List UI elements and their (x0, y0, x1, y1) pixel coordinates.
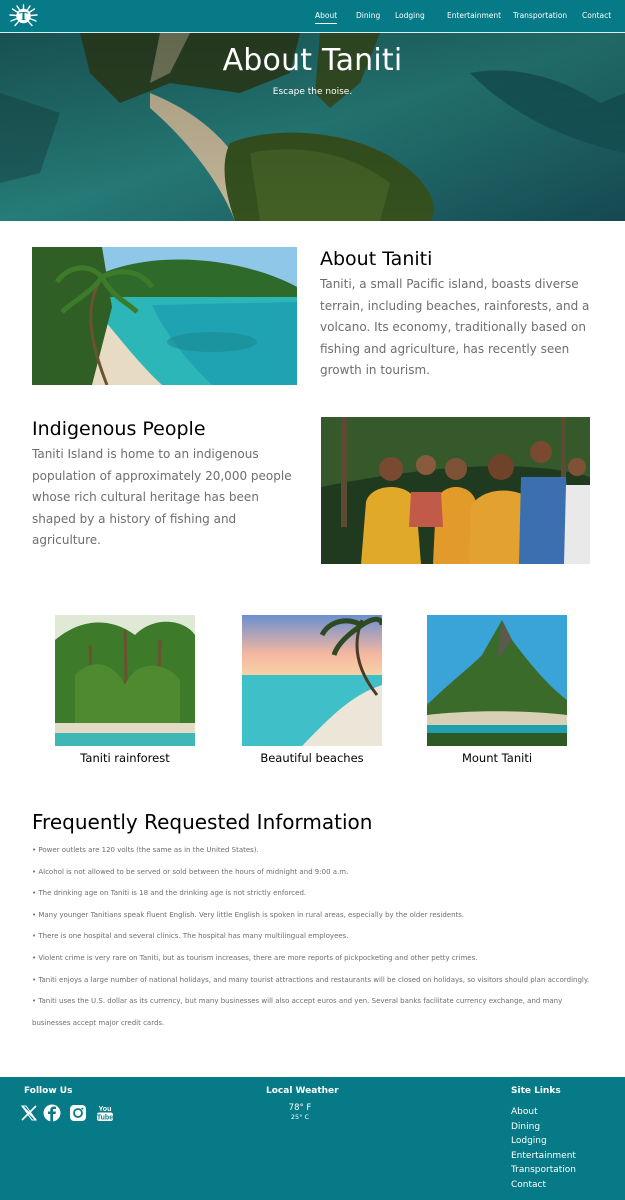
people-text: Taniti Island is home to an indigenous p… (32, 447, 292, 547)
weather-heading: Local Weather (266, 1086, 339, 1096)
faq-item: • Power outlets are 120 volts (the same … (32, 846, 259, 854)
faq-item: • There is one hospital and several clin… (32, 932, 349, 941)
faq-item: • Alcohol is not allowed to be served or… (32, 867, 349, 876)
nav-lodging[interactable]: Lodging (395, 11, 425, 20)
temp-fahrenheit: 78° F (288, 1103, 312, 1113)
nav-transportation[interactable]: Transportation (513, 11, 567, 20)
taniti-logo[interactable]: T (9, 4, 38, 28)
hero-banner: About Taniti Escape the noise. (0, 33, 625, 221)
faq-item: • Many younger Tanitians speak fluent En… (32, 910, 465, 919)
footer-link-entertainment[interactable]: Entertainment (511, 1149, 576, 1164)
caption-rainforest: Taniti rainforest (80, 751, 170, 765)
nav-dining[interactable]: Dining (356, 11, 380, 20)
facebook-icon[interactable] (43, 1104, 61, 1122)
svg-text:T: T (19, 10, 28, 23)
beach-palm-image (32, 247, 297, 385)
youtube-icon[interactable]: You Tube (96, 1104, 114, 1122)
footer-link-contact[interactable]: Contact (511, 1178, 576, 1193)
svg-text:Tube: Tube (97, 1114, 113, 1121)
faq-item: • Taniti uses the U.S. dollar as its cur… (32, 997, 563, 1027)
faq-item: • Taniti enjoys a large number of nation… (32, 975, 590, 984)
footer-link-dining[interactable]: Dining (511, 1120, 576, 1135)
about-heading: About Taniti (320, 248, 433, 270)
site-links-list: About Dining Lodging Entertainment Trans… (511, 1105, 576, 1193)
rainforest-image (55, 615, 195, 746)
faq-heading: Frequently Requested Information (32, 810, 373, 834)
hero-subtitle: Escape the noise. (272, 87, 353, 97)
instagram-icon[interactable] (69, 1104, 87, 1122)
caption-mount-taniti: Mount Taniti (461, 751, 533, 765)
nav-contact[interactable]: Contact (582, 11, 611, 20)
faq-item: • Violent crime is very rare on Taniti, … (32, 953, 478, 962)
faq-list: • Power outlets are 120 volts (the same … (32, 840, 597, 1034)
footer-link-lodging[interactable]: Lodging (511, 1134, 576, 1149)
caption-beaches: Beautiful beaches (260, 751, 364, 765)
hero-title: About Taniti (222, 43, 403, 78)
indigenous-people-image (321, 417, 590, 564)
faq-item: • The drinking age on Taniti is 18 and t… (32, 889, 307, 898)
nav-entertainment[interactable]: Entertainment (447, 11, 501, 20)
people-heading: Indigenous People (32, 418, 206, 440)
site-links-heading: Site Links (511, 1086, 561, 1096)
about-text: Taniti, a small Pacific island, boasts d… (320, 277, 590, 377)
footer-link-about[interactable]: About (511, 1105, 576, 1120)
svg-text:You: You (99, 1106, 112, 1113)
top-nav: T About Dining Lodging Entertainment Tra… (0, 0, 625, 33)
nav-about[interactable]: About (315, 11, 338, 24)
temp-celsius: 25° C (290, 1113, 310, 1121)
x-icon[interactable] (20, 1104, 38, 1122)
beach-sunset-image (242, 615, 382, 746)
footer: Follow Us You Tube Local Weather 78° F 2… (0, 1077, 625, 1200)
mount-taniti-image (427, 615, 567, 746)
follow-heading: Follow Us (24, 1086, 73, 1096)
footer-link-transportation[interactable]: Transportation (511, 1163, 576, 1178)
